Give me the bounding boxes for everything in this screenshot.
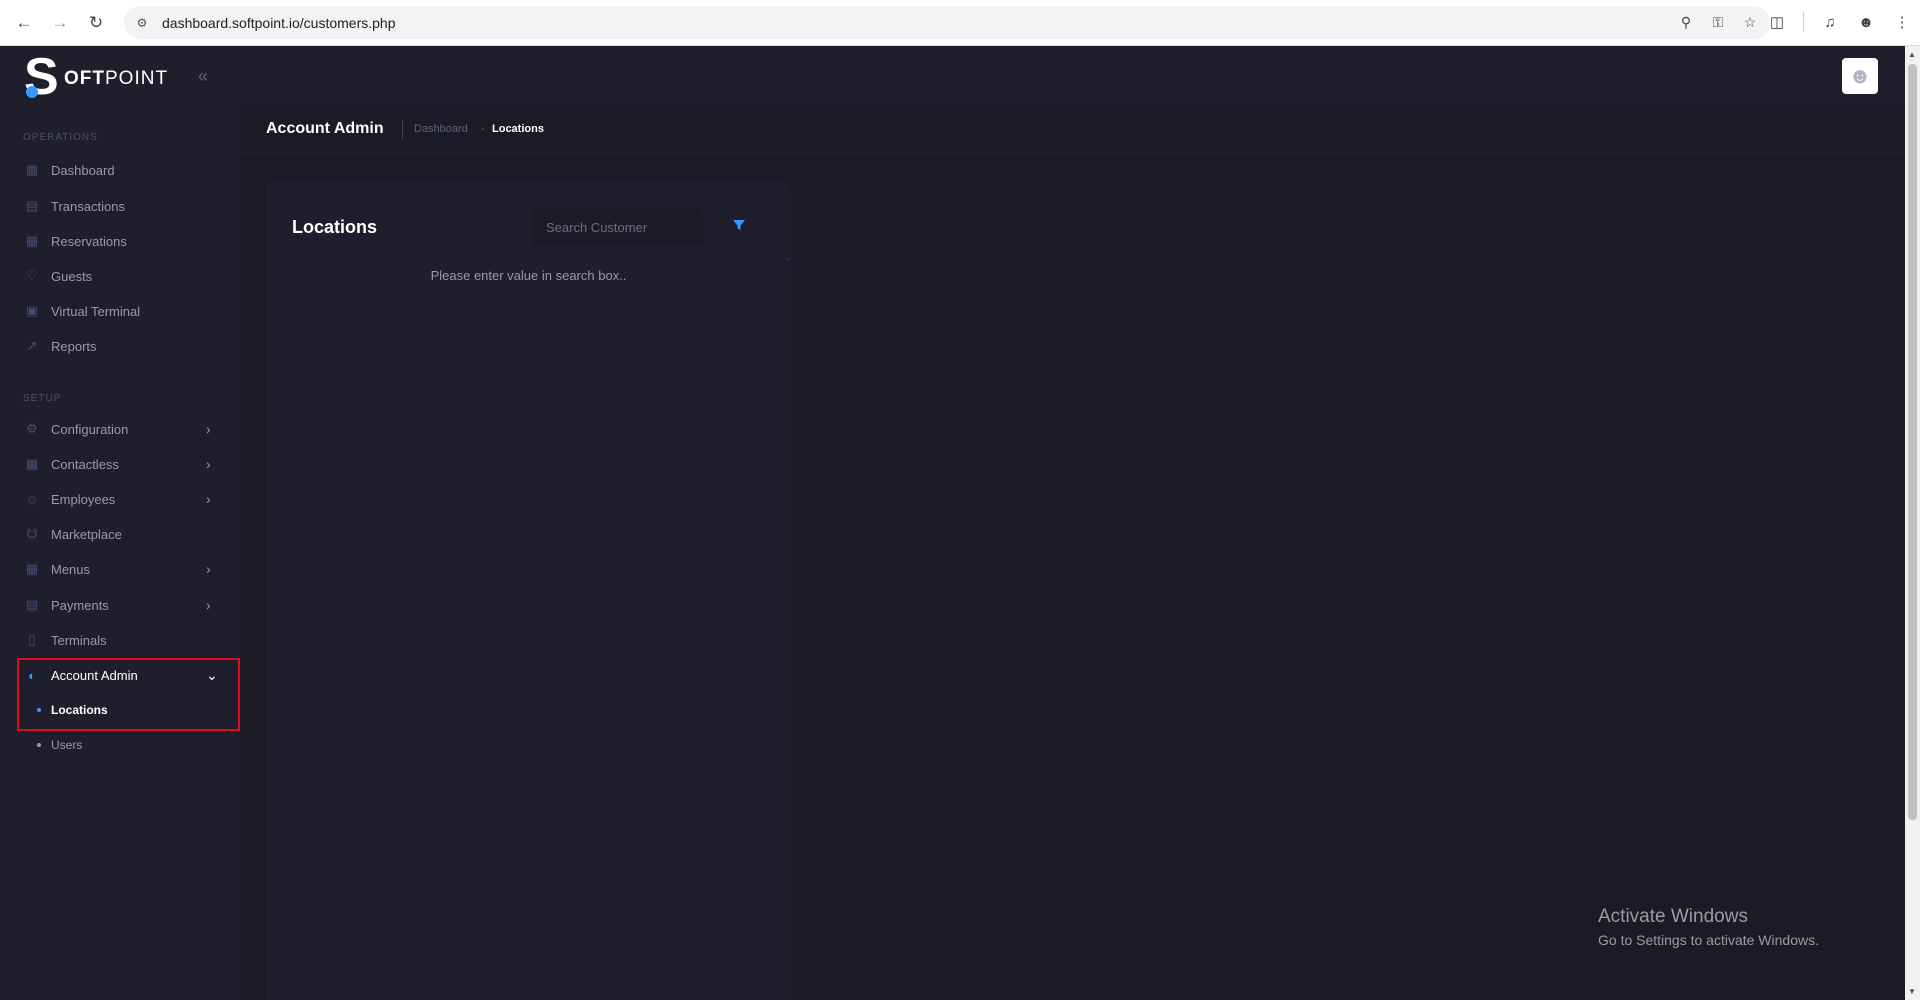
chevron-right-icon: › bbox=[206, 421, 211, 437]
scroll-thumb[interactable] bbox=[1908, 64, 1917, 820]
sidebar-item-label: Reservations bbox=[51, 233, 127, 249]
sidebar-item-menus[interactable]: ▦ Menus › bbox=[0, 552, 239, 586]
bullet-dot bbox=[37, 743, 41, 747]
qr-icon: ▩ bbox=[25, 456, 39, 471]
sidebar-item-terminals[interactable]: ▯ Terminals bbox=[0, 623, 239, 657]
windows-activation-watermark: Activate Windows Go to Settings to activ… bbox=[1598, 906, 1819, 948]
sidebar-item-label: Configuration bbox=[51, 421, 129, 437]
breadcrumb-locations: Locations bbox=[492, 123, 544, 135]
sidebar-collapse-icon[interactable]: « bbox=[198, 66, 208, 87]
sidebar-item-guests[interactable]: ♡ Guests bbox=[0, 259, 239, 293]
toolbar-divider bbox=[1803, 12, 1804, 32]
sidebar-subitem-label: Users bbox=[51, 738, 83, 752]
logo-wordmark-rest: POINT bbox=[105, 68, 169, 89]
sidebar-item-label: Dashboard bbox=[51, 162, 115, 178]
sidebar-item-label: Guests bbox=[51, 268, 93, 284]
media-control-icon[interactable]: ♫ bbox=[1820, 10, 1840, 34]
extensions-icon[interactable]: ◫ bbox=[1767, 10, 1787, 34]
breadcrumb-separator: - bbox=[481, 123, 485, 135]
section-label-setup: SETUP bbox=[23, 393, 62, 404]
scroll-up-icon[interactable]: ▲ bbox=[1908, 50, 1916, 59]
empty-state-message: Please enter value in search box.. bbox=[430, 268, 627, 283]
sidebar-item-label: Employees bbox=[51, 491, 116, 507]
logo-mark: S bbox=[24, 51, 64, 103]
sidebar-item-marketplace[interactable]: ☋ Marketplace bbox=[0, 517, 239, 551]
calculator-icon: ▣ bbox=[25, 303, 39, 318]
top-header bbox=[239, 46, 1905, 105]
card-title: Locations bbox=[292, 217, 378, 237]
sidebar-item-virtual-terminal[interactable]: ▣ Virtual Terminal bbox=[0, 294, 239, 328]
locations-card: Locations Please enter value in search b… bbox=[266, 182, 791, 1000]
sidebar-item-transactions[interactable]: ▤ Transactions bbox=[0, 189, 239, 223]
gear-icon: ⚙ bbox=[26, 421, 38, 436]
bookmark-star-icon[interactable]: ☆ bbox=[1740, 13, 1760, 33]
calendar-icon: ▦ bbox=[25, 233, 39, 248]
zoom-icon[interactable]: ⚲ bbox=[1676, 13, 1696, 33]
sidebar-item-contactless[interactable]: ▩ Contactless › bbox=[0, 447, 239, 481]
back-icon[interactable]: ← bbox=[12, 11, 36, 35]
sidebar-item-reports[interactable]: ↗ Reports bbox=[0, 329, 239, 363]
tablet-icon: ▯ bbox=[28, 632, 36, 647]
section-label-operations: OPERATIONS bbox=[23, 132, 98, 143]
url-text[interactable]: dashboard.softpoint.io/customers.php bbox=[162, 15, 395, 31]
chevron-right-icon: › bbox=[206, 561, 211, 577]
chevron-right-icon: › bbox=[206, 456, 211, 472]
profile-icon[interactable]: ☻ bbox=[1856, 10, 1876, 34]
sidebar-item-label: Terminals bbox=[51, 632, 107, 648]
sidebar-item-label: Virtual Terminal bbox=[51, 303, 141, 319]
sidebar-item-label: Contactless bbox=[51, 456, 119, 472]
grid-icon: ▦ bbox=[25, 561, 39, 576]
dashboard-icon: ▦ bbox=[25, 162, 39, 177]
chevron-right-icon: › bbox=[206, 491, 211, 507]
page-scrollbar[interactable]: ▲ ▼ bbox=[1905, 46, 1920, 1000]
heart-icon: ♡ bbox=[26, 268, 38, 283]
subheader bbox=[239, 105, 1905, 154]
sidebar-item-label: Reports bbox=[51, 338, 97, 354]
chart-icon: ↗ bbox=[26, 338, 38, 353]
logo-wordmark-bold: OFT bbox=[64, 68, 105, 89]
sidebar-item-label: Menus bbox=[51, 561, 91, 577]
sidebar-item-reservations[interactable]: ▦ Reservations bbox=[0, 224, 239, 258]
sidebar-item-configuration[interactable]: ⚙ Configuration › bbox=[0, 412, 239, 446]
password-key-icon[interactable]: ⚿ bbox=[1708, 13, 1728, 33]
title-divider bbox=[402, 119, 403, 139]
filter-icon[interactable] bbox=[732, 218, 746, 232]
browser-toolbar: ← → ↻ ⚙ dashboard.softpoint.io/customers… bbox=[0, 0, 1920, 46]
logo-wordmark: OFTPOINT bbox=[64, 68, 168, 90]
breadcrumb-dashboard[interactable]: Dashboard bbox=[414, 123, 468, 135]
chrome-menu-icon[interactable]: ⋮ bbox=[1892, 10, 1912, 34]
watermark-title: Activate Windows bbox=[1598, 906, 1748, 927]
sidebar-subitem-users[interactable]: Users bbox=[0, 730, 239, 760]
watermark-subtitle: Go to Settings to activate Windows. bbox=[1598, 932, 1819, 948]
cart-icon: ☋ bbox=[26, 526, 38, 541]
selection-highlight bbox=[17, 658, 240, 731]
users-icon: ☺ bbox=[25, 491, 39, 507]
page-title: Account Admin bbox=[266, 120, 384, 137]
reload-icon[interactable]: ↻ bbox=[84, 11, 108, 35]
sidebar-item-label: Transactions bbox=[51, 198, 125, 214]
transactions-icon: ▤ bbox=[25, 198, 39, 213]
sidebar-item-label: Payments bbox=[51, 597, 109, 613]
sidebar-item-employees[interactable]: ☺ Employees › bbox=[0, 482, 239, 516]
sidebar-item-dashboard[interactable]: ▦ Dashboard bbox=[0, 153, 239, 187]
chevron-right-icon: › bbox=[206, 597, 211, 613]
brand-logo[interactable]: S OFTPOINT bbox=[24, 51, 168, 103]
sidebar-item-payments[interactable]: ▤ Payments › bbox=[0, 588, 239, 622]
user-avatar[interactable]: ☻ bbox=[1842, 58, 1878, 94]
card-icon: ▤ bbox=[25, 597, 39, 612]
sidebar-item-label: Marketplace bbox=[51, 526, 122, 542]
logo-dot bbox=[26, 86, 38, 98]
address-bar[interactable]: ⚙ dashboard.softpoint.io/customers.php ⚲… bbox=[124, 6, 1770, 39]
site-settings-icon[interactable]: ⚙ bbox=[134, 15, 150, 31]
scroll-down-icon[interactable]: ▼ bbox=[1908, 987, 1916, 996]
search-customer-input[interactable] bbox=[533, 208, 703, 246]
forward-icon[interactable]: → bbox=[48, 11, 72, 35]
card-divider bbox=[786, 258, 791, 260]
